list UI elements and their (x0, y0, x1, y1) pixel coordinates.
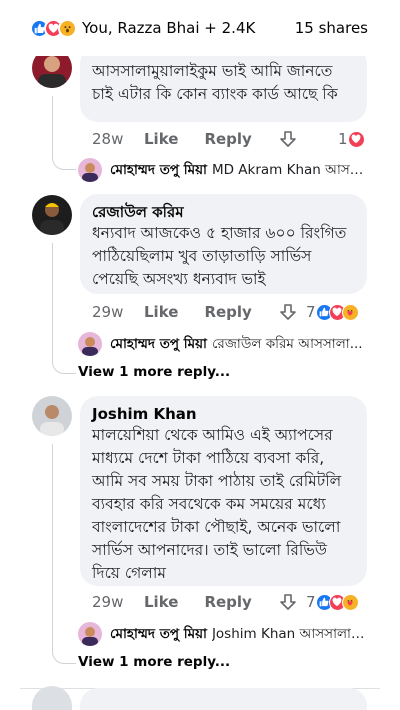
comment-actions: 29w Like Reply 7 (92, 591, 372, 613)
comment-time[interactable]: 29w (92, 303, 144, 321)
reply-button[interactable]: Reply (204, 593, 251, 611)
reply-button[interactable]: Reply (204, 130, 251, 148)
thread-line (52, 96, 76, 170)
comment-author[interactable]: রেজাউল করিম (92, 202, 355, 222)
comment-bubble: MD Akram Khan আসসালামুয়ালাইকুম ভাই আমি … (80, 41, 367, 122)
reply-preview[interactable]: মোহাম্মদ তপু মিয়া MD Akram Khan আসসা... (78, 158, 378, 182)
share-icon[interactable] (278, 129, 298, 149)
reply-author: মোহাম্মদ তপু মিয়া (110, 625, 207, 642)
reply-text: MD Akram Khan আসসা... (211, 161, 367, 178)
reply-text: রেজাউল করিম আসসালা... (211, 335, 363, 352)
reply-text: Joshim Khan আসসালামু... (211, 625, 367, 642)
reply-author: মোহাম্মদ তপু মিয়া (110, 335, 207, 352)
like-button[interactable]: Like (144, 303, 178, 321)
comment-reactions[interactable]: 1 (338, 130, 365, 148)
avatar[interactable] (32, 195, 72, 235)
comment-reactions[interactable]: 7 (306, 303, 359, 321)
reply-author: মোহাম্মদ তপু মিয়া (110, 161, 207, 178)
comment-text: ধন্যবাদ আজকেও ৫ হাজার ৬০০ রিংগিত পাঠিয়ে… (92, 224, 347, 288)
thread-line (52, 243, 76, 374)
avatar[interactable] (32, 396, 72, 436)
comment-actions: 28w Like Reply 1 (92, 128, 372, 150)
comment-bubble: রেজাউল করিম ধন্যবাদ আজকেও ৫ হাজার ৬০০ রি… (80, 194, 367, 294)
reaction-icons[interactable] (30, 18, 77, 38)
comment-bubble: Joshim Khan মালয়েশিয়া থেকে আমিও এই অ্য… (80, 396, 367, 586)
view-more-replies-link[interactable]: View 1 more reply... (78, 364, 230, 380)
comment-bubble (80, 688, 367, 710)
reply-avatar (78, 332, 102, 356)
comment-reactions[interactable]: 7 (306, 593, 359, 611)
like-button[interactable]: Like (144, 130, 178, 148)
view-more-replies-link[interactable]: View 1 more reply... (78, 654, 230, 670)
reactor-names[interactable]: You, Razza Bhai + 2.4K (82, 19, 255, 37)
comment-author[interactable]: Joshim Khan (92, 404, 355, 424)
thread-line (52, 444, 76, 664)
reaction-count: 7 (306, 303, 316, 321)
comment-text: আসসালামুয়ালাইকুম ভাই আমি জানতে চাই এটার… (92, 62, 338, 103)
reply-preview[interactable]: মোহাম্মদ তপু মিয়া রেজাউল করিম আসসালা... (78, 332, 378, 356)
care-icon (341, 593, 359, 611)
reply-avatar (78, 158, 102, 182)
comment-actions: 29w Like Reply 7 (92, 301, 372, 323)
love-icon (347, 130, 365, 148)
care-icon (341, 303, 359, 321)
comment-time[interactable]: 29w (92, 593, 144, 611)
avatar (32, 686, 72, 710)
comment-text: মালয়েশিয়া থেকে আমিও এই অ্যাপসের মাধ্যম… (92, 426, 342, 582)
reply-preview[interactable]: মোহাম্মদ তপু মিয়া Joshim Khan আসসালামু.… (78, 622, 378, 646)
reply-avatar (78, 622, 102, 646)
share-icon[interactable] (278, 592, 298, 612)
wow-icon (58, 18, 77, 38)
like-button[interactable]: Like (144, 593, 178, 611)
reaction-count: 7 (306, 593, 316, 611)
share-count[interactable]: 15 shares (295, 19, 368, 37)
reaction-count: 1 (338, 130, 348, 148)
comment-time[interactable]: 28w (92, 130, 144, 148)
reply-button[interactable]: Reply (204, 303, 251, 321)
reaction-summary-bar: You, Razza Bhai + 2.4K 15 shares (0, 0, 400, 56)
share-icon[interactable] (278, 302, 298, 322)
